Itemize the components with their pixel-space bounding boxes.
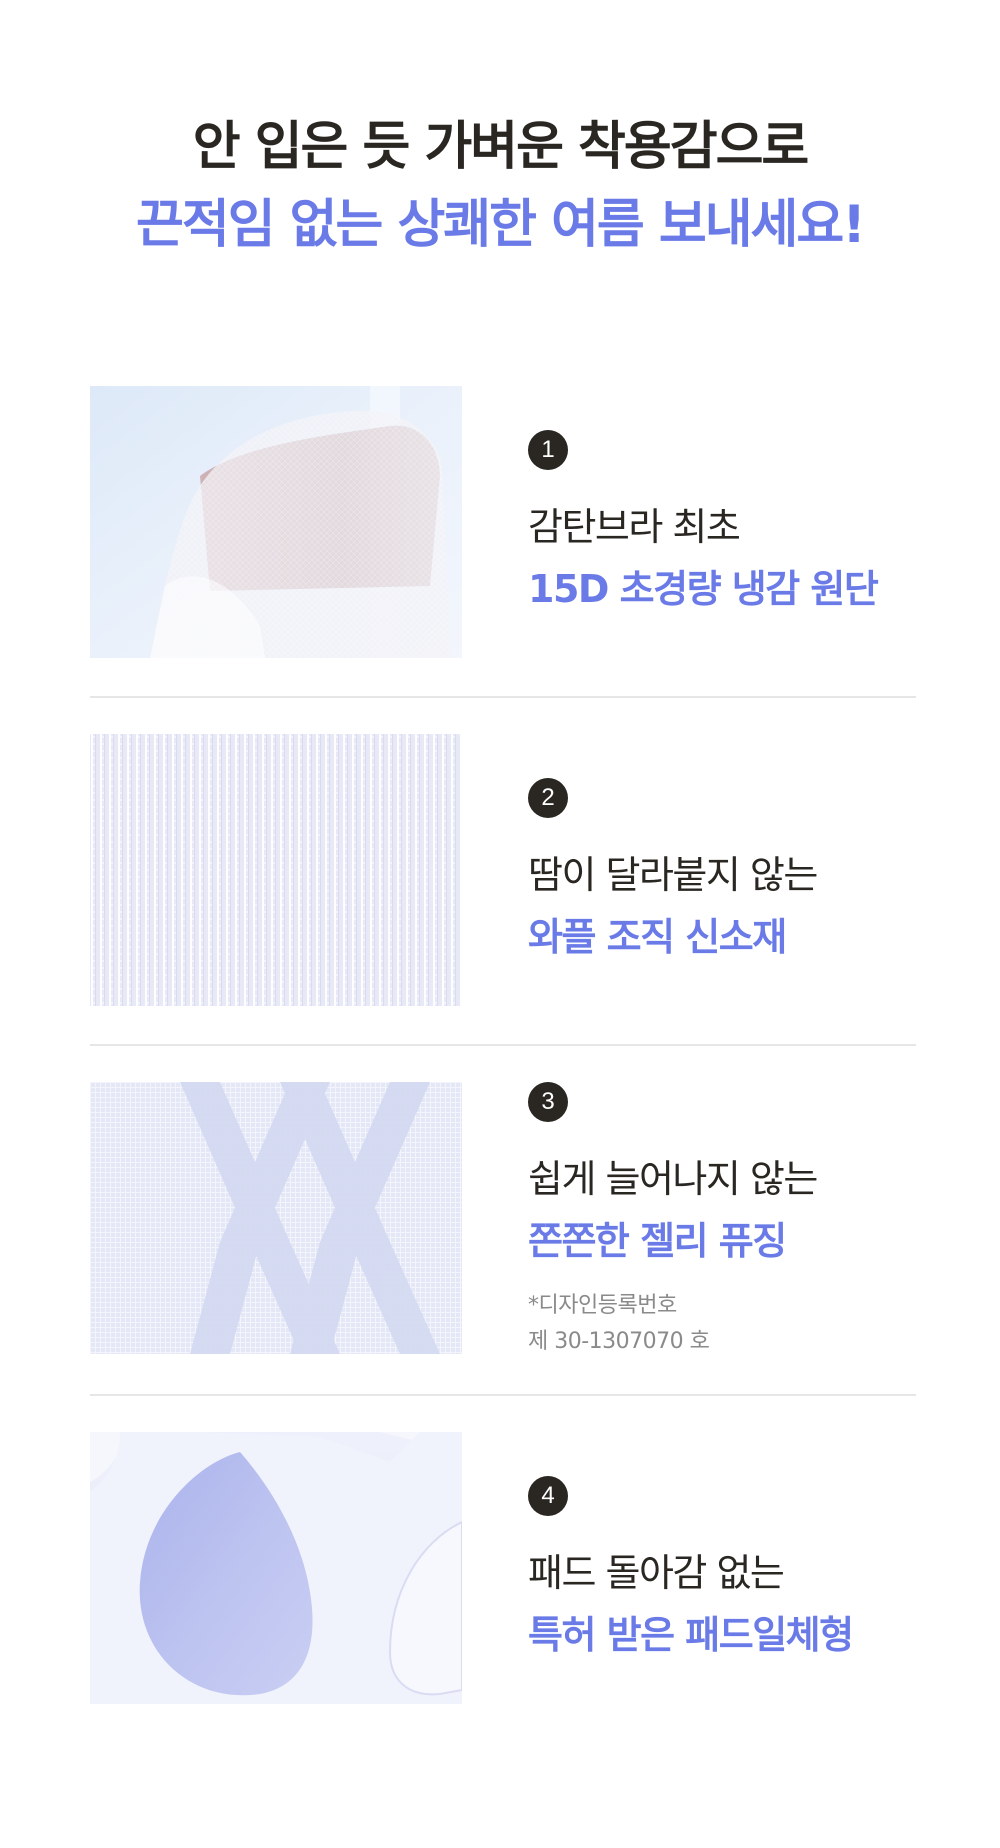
design-registration-number: 제 30-1307070 호 [528,1329,710,1354]
bra-pad-photo [90,1432,462,1704]
number-badge-1: 1 [528,430,568,470]
divider [90,1044,916,1046]
feature-2-line-2: 와플 조직 신소재 [528,915,787,959]
feature-3-line-2: 쫀쫀한 젤리 퓨징 [528,1219,787,1263]
feature-1-line-2: 15D 초경량 냉감 원단 [528,567,879,611]
fabric-photo-waffle [90,734,462,1006]
number-badge-4: 4 [528,1476,568,1516]
feature-2: 2 땀이 달라붙지 않는 와플 조직 신소재 [90,734,910,1006]
fabric-photo-mesh [90,386,462,658]
feature-3-text: 3 쉽게 늘어나지 않는 쫀쫀한 젤리 퓨징 *디자인등록번호 제 30-130… [528,1082,910,1354]
feature-3-line-1: 쉽게 늘어나지 않는 [528,1157,818,1201]
number-badge-3: 3 [528,1082,568,1122]
feature-4: 4 패드 돌아감 없는 특허 받은 패드일체형 [90,1432,910,1704]
divider [90,696,916,698]
feature-4-line-2: 특허 받은 패드일체형 [528,1613,854,1657]
divider [90,1394,916,1396]
feature-1-line-1: 감탄브라 최초 [528,505,741,549]
headline: 안 입은 듯 가벼운 착용감으로 끈적임 없는 상쾌한 여름 보내세요! [0,108,1000,264]
bra-pad-image [90,1432,462,1704]
number-badge-2: 2 [528,778,568,818]
fabric-photo-fusing [90,1082,462,1354]
feature-1-text: 1 감탄브라 최초 15D 초경량 냉감 원단 [528,386,910,658]
waffle-fabric-image [90,734,462,1006]
design-registration-label: *디자인등록번호 [528,1293,677,1318]
headline-line-2: 끈적임 없는 상쾌한 여름 보내세요! [136,195,866,255]
headline-line-1: 안 입은 듯 가벼운 착용감으로 [192,117,810,177]
feature-2-text: 2 땀이 달라붙지 않는 와플 조직 신소재 [528,734,910,1006]
feature-3: 3 쉽게 늘어나지 않는 쫀쫀한 젤리 퓨징 *디자인등록번호 제 30-130… [90,1082,910,1354]
feature-2-line-1: 땀이 달라붙지 않는 [528,853,818,897]
jelly-fusing-image [90,1082,462,1354]
mesh-fabric-image [90,386,462,658]
feature-4-line-1: 패드 돌아감 없는 [528,1551,785,1595]
feature-4-text: 4 패드 돌아감 없는 특허 받은 패드일체형 [528,1432,910,1704]
feature-1: 1 감탄브라 최초 15D 초경량 냉감 원단 [90,386,910,658]
